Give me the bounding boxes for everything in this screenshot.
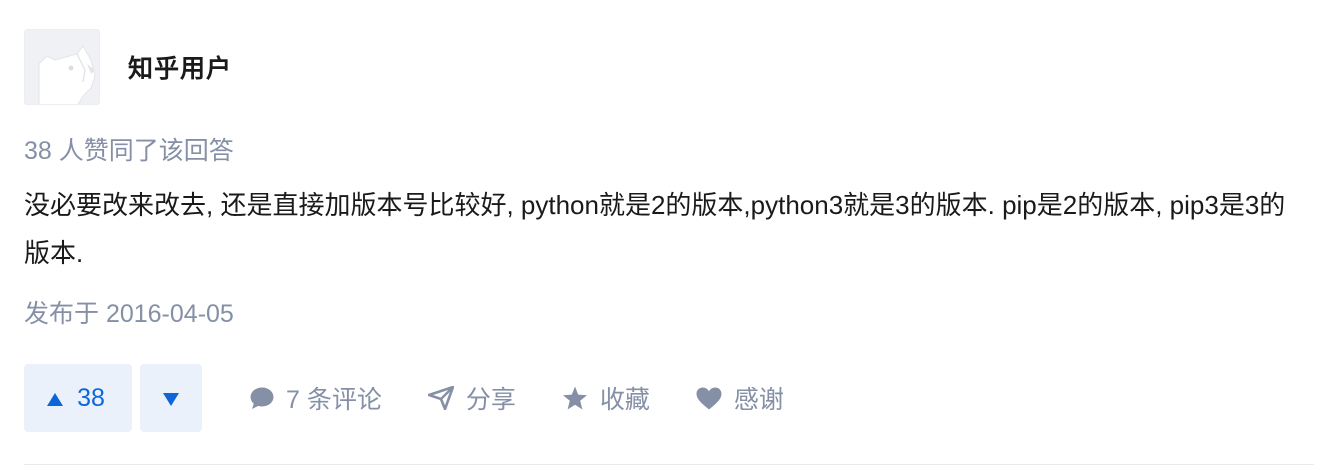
triangle-down-icon (163, 384, 179, 413)
triangle-up-icon (47, 384, 64, 413)
author-name[interactable]: 知乎用户 (128, 49, 232, 85)
share-button[interactable]: 分享 (427, 364, 516, 432)
comment-bubble-icon (250, 387, 274, 409)
favorite-button[interactable]: 收藏 (562, 364, 650, 432)
downvote-button[interactable] (140, 364, 202, 432)
vote-summary: 38 人赞同了该回答 (24, 137, 234, 165)
favorite-label: 收藏 (599, 386, 650, 414)
star-icon (562, 386, 588, 411)
comment-button[interactable]: 7 条评论 (250, 364, 382, 432)
action-bar: 38 7 条评论 分享 收藏 感谢 (24, 364, 1314, 432)
thanks-button[interactable]: 感谢 (696, 364, 784, 432)
avatar[interactable] (24, 29, 100, 105)
answer-card: 知乎用户 38 人赞同了该回答 没必要改来改去, 还是直接加版本号比较好, py… (24, 28, 1314, 432)
heart-icon (696, 387, 722, 410)
answer-content: 没必要改来改去, 还是直接加版本号比较好, python就是2的版本,pytho… (24, 190, 1286, 268)
divider (24, 464, 1314, 465)
comment-label: 7 条评论 (286, 386, 382, 414)
upvote-count: 38 (77, 383, 105, 412)
publish-time[interactable]: 发布于 2016-04-05 (24, 297, 1314, 331)
paper-plane-icon (427, 386, 454, 410)
share-label: 分享 (465, 386, 516, 414)
author-info: 知乎用户 (24, 28, 1314, 106)
thanks-label: 感谢 (733, 386, 784, 414)
default-avatar-dog-icon (25, 30, 99, 104)
upvote-button[interactable]: 38 (24, 364, 132, 432)
